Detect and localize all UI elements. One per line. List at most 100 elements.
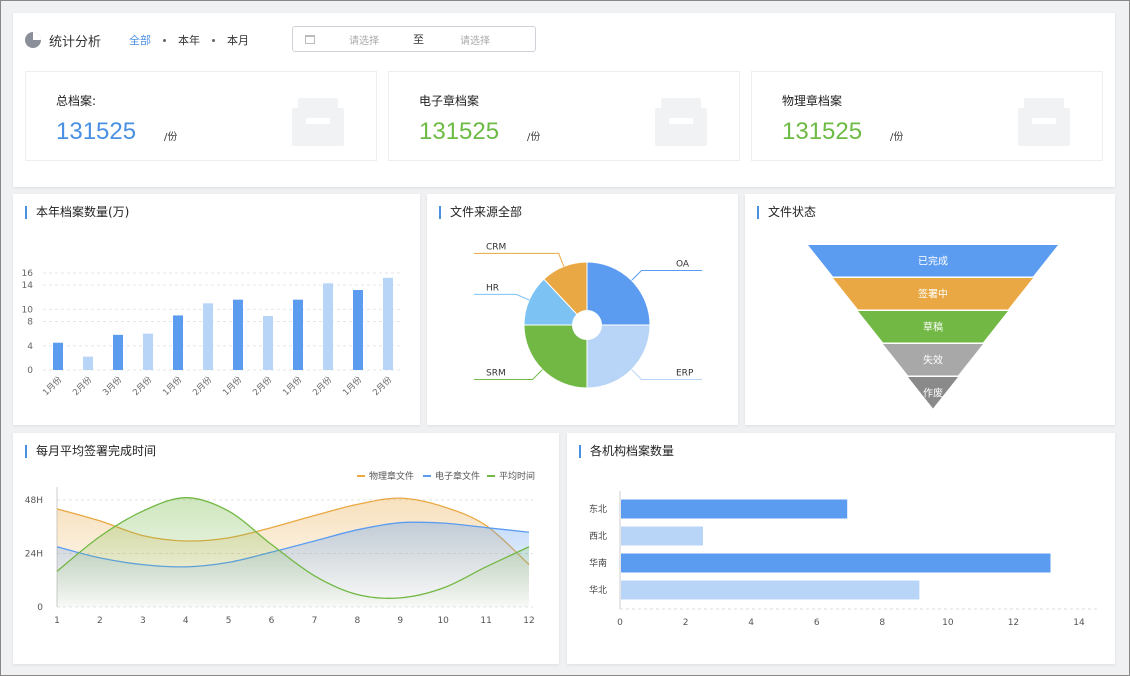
- bar: [621, 580, 920, 600]
- x-tick-label: 1月份: [220, 374, 244, 398]
- stat-card-physical: 物理章档案 131525 /份: [751, 71, 1103, 161]
- date-end-input[interactable]: 请选择: [452, 32, 498, 47]
- filter-all[interactable]: 全部: [129, 32, 151, 48]
- x-tick-label: 9: [397, 616, 403, 626]
- bar: [113, 334, 123, 370]
- archive-box-icon: [655, 98, 707, 146]
- x-tick-label: 12: [523, 616, 534, 626]
- y-tick-label: 24H: [25, 549, 43, 559]
- stat-value: 131525: [419, 118, 500, 145]
- x-tick-label: 12: [1008, 618, 1019, 628]
- y-tick-label: 华南: [589, 557, 607, 569]
- stat-unit: /份: [164, 132, 178, 143]
- stat-card-electronic: 电子章档案 131525 /份: [388, 71, 740, 161]
- x-tick-label: 6: [814, 618, 820, 628]
- separator-dot: [163, 38, 167, 42]
- source-pie-panel: 文件来源全部 OA ERP SRM HR CRM: [427, 194, 738, 425]
- horizontal-bar-chart: 0 2 4 6 8 10 12 14 东北西北华南华北: [589, 491, 1097, 628]
- funnel-label: 签署中: [918, 288, 948, 301]
- y-tick-label: 华北: [589, 584, 607, 596]
- y-tick-label: 14: [22, 281, 34, 291]
- bar: [621, 553, 1051, 573]
- funnel-chart: 已完成签署中草稿失效作废: [808, 245, 1058, 409]
- x-tick-label: 2月份: [310, 374, 334, 398]
- x-tick-label: 2月份: [130, 374, 154, 398]
- label-leader-line: [474, 369, 543, 380]
- bar: [323, 283, 333, 370]
- stat-value: 131525: [782, 118, 863, 145]
- x-tick-label: 2月份: [250, 374, 274, 398]
- bar: [143, 333, 153, 370]
- x-tick-label: 2月份: [70, 374, 94, 398]
- bar: [233, 299, 243, 370]
- x-tick-label: 0: [617, 618, 623, 628]
- stat-unit: /份: [890, 132, 904, 143]
- x-tick-label: 2月份: [190, 374, 214, 398]
- slice-label: HR: [486, 283, 499, 293]
- x-tick-label: 8: [879, 618, 885, 628]
- x-tick-label: 14: [1073, 618, 1085, 628]
- label-leader-line: [474, 252, 565, 267]
- x-tick-label: 1月份: [340, 374, 364, 398]
- date-separator: 至: [413, 33, 424, 46]
- signing-time-panel: 每月平均签署完成时间 0 24H 48H 1 2 3 4 5 6 7 8 9 10 11 12 物理章文件 电子…: [13, 433, 559, 664]
- y-tick-label: 0: [27, 366, 33, 376]
- status-funnel-panel: 文件状态 已完成 签署中 草稿 失效 作废: [745, 194, 1115, 425]
- bar: [293, 299, 303, 370]
- stat-label: 电子章档案: [419, 94, 480, 108]
- x-tick-label: 5: [226, 616, 232, 626]
- y-tick-label: 8: [27, 318, 33, 328]
- x-tick-label: 8: [354, 616, 360, 626]
- filter-this-year[interactable]: 本年: [178, 32, 200, 48]
- y-tick-label: 16: [22, 269, 34, 279]
- bar: [203, 303, 213, 370]
- bar: [83, 356, 93, 370]
- date-start-input[interactable]: 请选择: [341, 32, 387, 47]
- stat-label: 总档案:: [56, 94, 97, 108]
- yearly-archive-chart-panel: 本年档案数量(万) 0 4 8 10 14 16 1月份 2月份 3月份 2月份 1月份 2月份 1月份…: [13, 194, 420, 425]
- bar: [263, 316, 273, 370]
- x-tick-label: 3: [140, 616, 146, 626]
- header-row: 统计分析 全部 本年 本月: [25, 29, 249, 51]
- page-title: 统计分析: [49, 34, 102, 50]
- label-leader-line: [474, 293, 530, 301]
- archive-box-icon: [1018, 98, 1070, 146]
- separator-dot: [212, 38, 216, 42]
- pie-chart: OA ERP SRM HR CRM: [474, 242, 702, 389]
- bar-chart: 0481014161月份 2月份 3月份 2月份 1月份 2月份 1月份 2月份 1月份 2月份 1…: [22, 269, 403, 398]
- org-archive-panel: 各机构档案数量 0 2 4 6 8 10 12 14 东北 西北 华南 华北: [567, 433, 1115, 664]
- date-range-picker[interactable]: 请选择 至 请选择: [292, 26, 536, 52]
- legend-label: 电子章文件: [435, 470, 480, 482]
- x-tick-label: 10: [942, 618, 954, 628]
- label-leader-line: [631, 270, 702, 281]
- bar: [383, 277, 393, 370]
- bar: [621, 499, 848, 519]
- area-chart: 024H48H1 2 3 4 5 6 7 8 9 10 11 12物理章文件 电子章文件 平均时间: [25, 470, 535, 626]
- x-tick-label: 2月份: [370, 374, 394, 398]
- x-tick-label: 1: [54, 616, 60, 626]
- x-tick-label: 1月份: [40, 374, 64, 398]
- y-tick-label: 48H: [25, 496, 43, 506]
- y-tick-label: 10: [22, 305, 34, 315]
- slice-label: OA: [676, 260, 690, 270]
- funnel-label: 作废: [923, 387, 943, 400]
- bar: [173, 315, 183, 370]
- x-tick-label: 4: [748, 618, 754, 628]
- funnel-label: 已完成: [918, 255, 948, 268]
- x-tick-label: 11: [480, 616, 491, 626]
- pie-hole: [572, 310, 602, 340]
- legend-label: 物理章文件: [369, 470, 414, 482]
- legend-label: 平均时间: [499, 470, 535, 482]
- slice-label: SRM: [486, 368, 506, 378]
- calendar-icon: [305, 34, 315, 44]
- x-tick-label: 1月份: [160, 374, 184, 398]
- y-tick-label: 东北: [589, 503, 607, 515]
- summary-panel: 统计分析 全部 本年 本月 请选择 至 请选择 总档案: 131525 /份 电…: [13, 13, 1115, 187]
- pie-chart-icon: [25, 32, 41, 48]
- slice-label: ERP: [676, 368, 694, 378]
- bar: [53, 342, 63, 370]
- x-tick-label: 2: [97, 616, 103, 626]
- stat-unit: /份: [527, 132, 541, 143]
- filter-this-month[interactable]: 本月: [227, 32, 249, 48]
- x-tick-label: 3月份: [100, 374, 124, 398]
